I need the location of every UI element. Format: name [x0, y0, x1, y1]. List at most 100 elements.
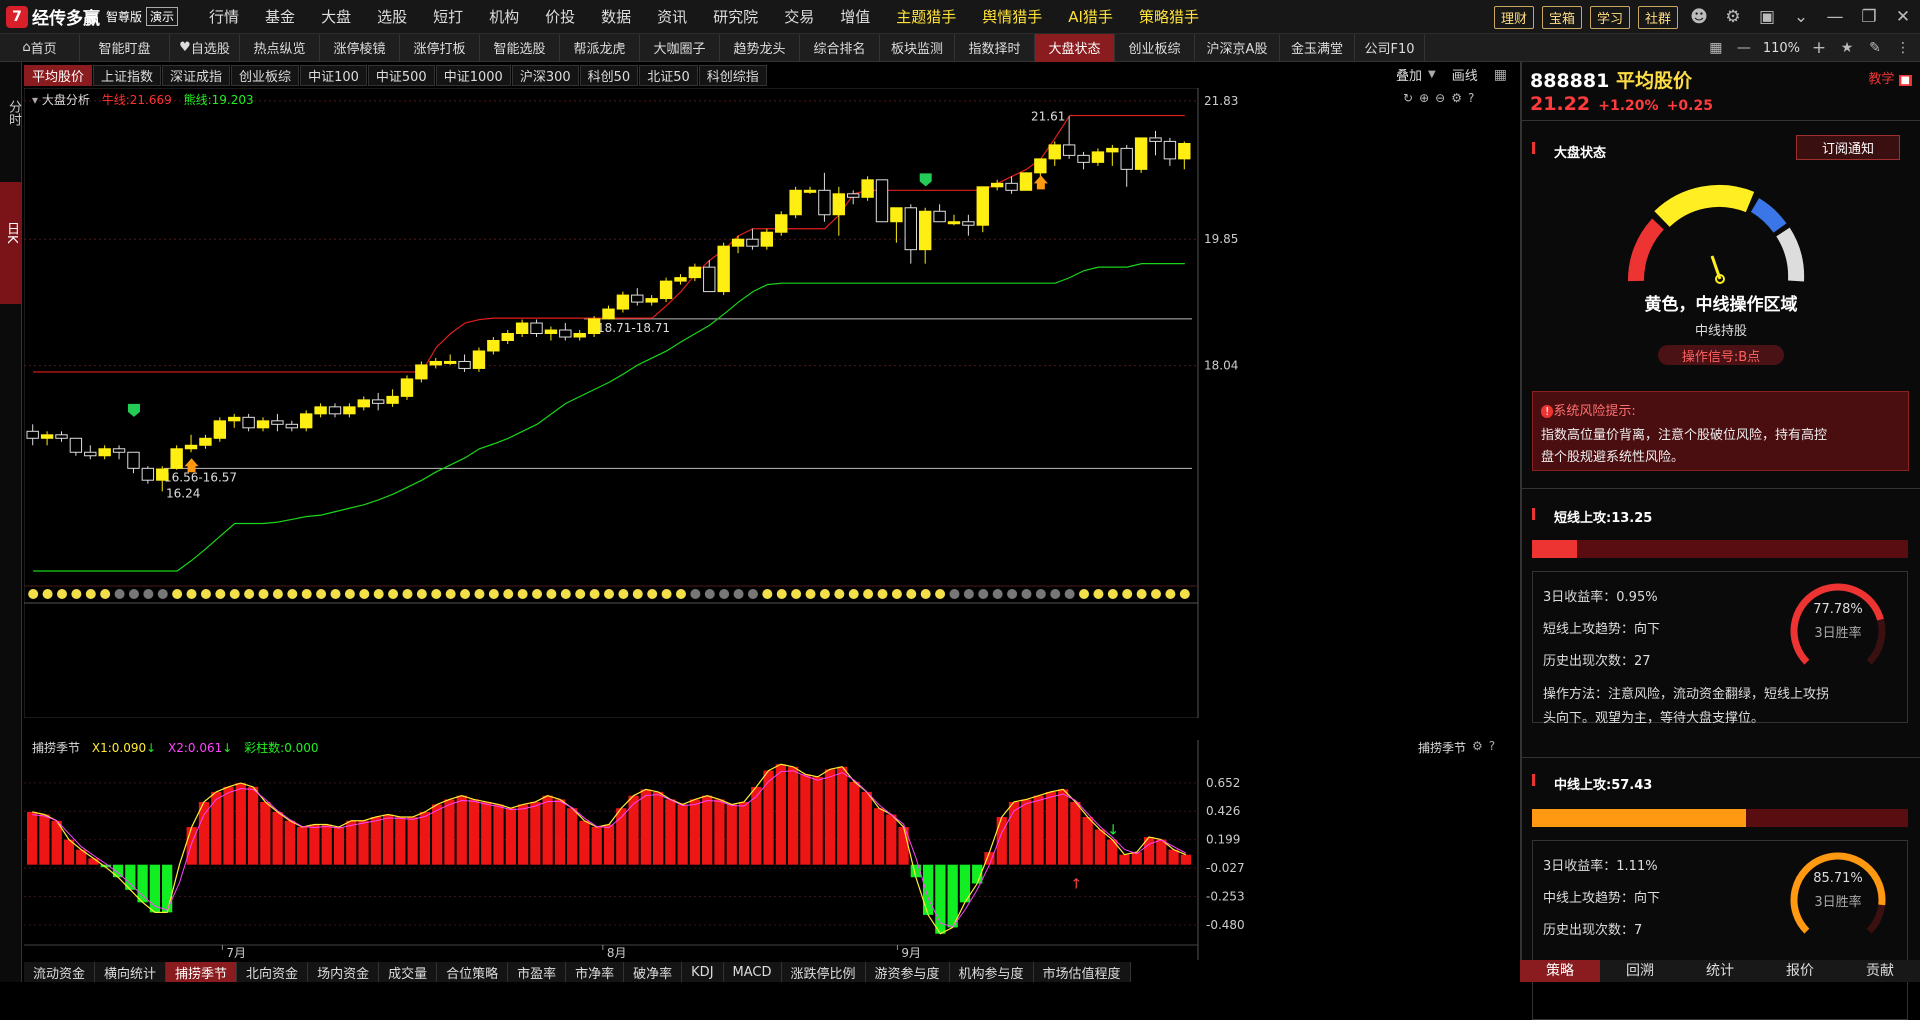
tab-14[interactable]: 创业板综 [1115, 33, 1195, 62]
candle[interactable] [271, 413, 284, 432]
candle[interactable] [199, 434, 212, 449]
candle[interactable] [933, 204, 946, 223]
candle[interactable] [501, 330, 514, 344]
overlay-dropdown[interactable]: 叠加 [1396, 65, 1422, 84]
candle[interactable] [386, 389, 399, 407]
candle[interactable] [789, 186, 802, 219]
index-tab-0[interactable]: 平均股价 [24, 64, 93, 86]
candle[interactable] [631, 288, 644, 306]
candle[interactable] [170, 445, 183, 470]
candle[interactable] [1163, 137, 1177, 166]
indicator-tab-7[interactable]: 市盈率 [508, 962, 567, 982]
pen-icon[interactable]: ✎ [1862, 40, 1888, 56]
tab-15[interactable]: 沪深京A股 [1195, 33, 1280, 62]
chevron-down-icon[interactable]: ⌄ [1788, 7, 1814, 27]
indicator-tab-4[interactable]: 场内资金 [308, 962, 380, 982]
app-logo[interactable]: 7 经传多赢 智尊版 演示 [0, 0, 184, 34]
indicator-tab-8[interactable]: 市净率 [566, 962, 625, 982]
menu-14[interactable]: AI猎手 [1055, 6, 1126, 27]
candle[interactable] [947, 214, 961, 226]
candle[interactable] [559, 323, 572, 341]
menu-11[interactable]: 增值 [827, 6, 883, 27]
indicator-tab-13[interactable]: 游资参与度 [865, 962, 950, 982]
tab-5[interactable]: 涨停打板 [400, 33, 480, 62]
window-icon[interactable]: ▣ [1754, 7, 1780, 27]
candle[interactable] [112, 445, 126, 460]
pill-baoxiang[interactable]: 宝箱 [1541, 5, 1582, 29]
indicator-tab-3[interactable]: 北向资金 [237, 962, 309, 982]
candle[interactable] [962, 214, 975, 236]
pill-xuexi[interactable]: 学习 [1589, 5, 1630, 29]
candle[interactable] [674, 274, 687, 285]
tab-1[interactable]: 智能盯盘 [80, 33, 170, 62]
chevron-down-icon[interactable]: ▼ [1428, 69, 1436, 80]
menu-6[interactable]: 价投 [532, 6, 588, 27]
tab-9[interactable]: 趋势龙头 [720, 33, 800, 62]
menu-8[interactable]: 资讯 [644, 6, 700, 27]
menu-15[interactable]: 策略猎手 [1126, 6, 1212, 27]
menu-2[interactable]: 大盘 [308, 6, 364, 27]
menu-3[interactable]: 选股 [364, 6, 420, 27]
candle[interactable] [40, 431, 54, 446]
tab-2[interactable]: ♥ 自选股 [170, 33, 240, 62]
candle[interactable] [1019, 172, 1033, 191]
candle[interactable] [731, 235, 745, 254]
candle[interactable] [659, 277, 673, 303]
grid-icon[interactable]: ▦ [1703, 40, 1729, 56]
candle[interactable] [645, 295, 658, 306]
index-tab-10[interactable]: 科创综指 [698, 64, 767, 86]
tab-6[interactable]: 智能选股 [480, 33, 560, 62]
right-tab-1[interactable]: 回溯 [1600, 960, 1680, 982]
tab-16[interactable]: 金玉满堂 [1280, 33, 1355, 62]
candle[interactable] [127, 451, 140, 474]
candle[interactable] [98, 445, 111, 460]
candle[interactable] [688, 263, 702, 282]
tab-0[interactable]: ⌂ 首页 [0, 33, 80, 62]
candle[interactable] [357, 396, 370, 411]
candle[interactable] [803, 186, 817, 194]
candle[interactable] [573, 330, 586, 341]
draw-line-button[interactable]: 画线 [1452, 65, 1478, 84]
tab-4[interactable]: 涨停棱镜 [320, 33, 400, 62]
candle[interactable] [55, 431, 68, 442]
candle[interactable] [472, 347, 486, 372]
catch-season-indicator[interactable]: 0.652 0.426 0.199 -0.027 -0.253 -0.480 ↓ ↑ 7月 8月 9… [24, 740, 1517, 960]
candle[interactable] [242, 413, 255, 432]
candle[interactable] [1149, 130, 1162, 156]
candle[interactable] [256, 417, 270, 432]
candle[interactable] [1134, 137, 1148, 173]
refresh-icon[interactable]: ↻ [1403, 91, 1413, 105]
zoom-out-icon[interactable]: — [1731, 40, 1757, 56]
candle[interactable] [746, 228, 759, 250]
tab-11[interactable]: 板块监测 [880, 33, 955, 62]
market-analysis-chart[interactable]: 21.83 19.85 18.04 16.56-16.57 16.24 18.71-18.… [24, 88, 1517, 718]
collapse-icon[interactable]: ▾ [32, 93, 38, 107]
demo-badge[interactable]: 演示 [146, 7, 179, 26]
tab-8[interactable]: 大咖圈子 [640, 33, 720, 62]
candle[interactable] [890, 207, 903, 243]
menu-12[interactable]: 主题猎手 [883, 6, 969, 27]
candle[interactable] [544, 326, 558, 341]
candle[interactable] [1106, 144, 1119, 166]
candle[interactable] [487, 337, 500, 355]
candle[interactable] [1077, 151, 1090, 170]
candle[interactable] [918, 207, 932, 264]
candle[interactable] [343, 403, 356, 418]
candle[interactable] [300, 410, 313, 432]
tab-3[interactable]: 热点纵览 [240, 33, 320, 62]
candle[interactable] [184, 434, 198, 453]
restore-icon[interactable]: ❐ [1856, 7, 1882, 27]
gear-icon[interactable]: ⚙ [1720, 7, 1746, 27]
indicator-tab-1[interactable]: 横向统计 [95, 962, 167, 982]
candle[interactable] [875, 179, 889, 223]
candle[interactable] [26, 424, 39, 446]
buy-signal-icon[interactable] [1033, 175, 1048, 190]
indicator-tab-5[interactable]: 成交量 [379, 962, 438, 982]
indicator-tab-14[interactable]: 机构参与度 [949, 962, 1034, 982]
candle[interactable] [1120, 144, 1133, 187]
candle[interactable] [861, 176, 874, 201]
menu-10[interactable]: 交易 [771, 6, 827, 27]
candle[interactable] [587, 316, 601, 337]
menu-1[interactable]: 基金 [252, 6, 308, 27]
candle[interactable] [429, 357, 442, 369]
